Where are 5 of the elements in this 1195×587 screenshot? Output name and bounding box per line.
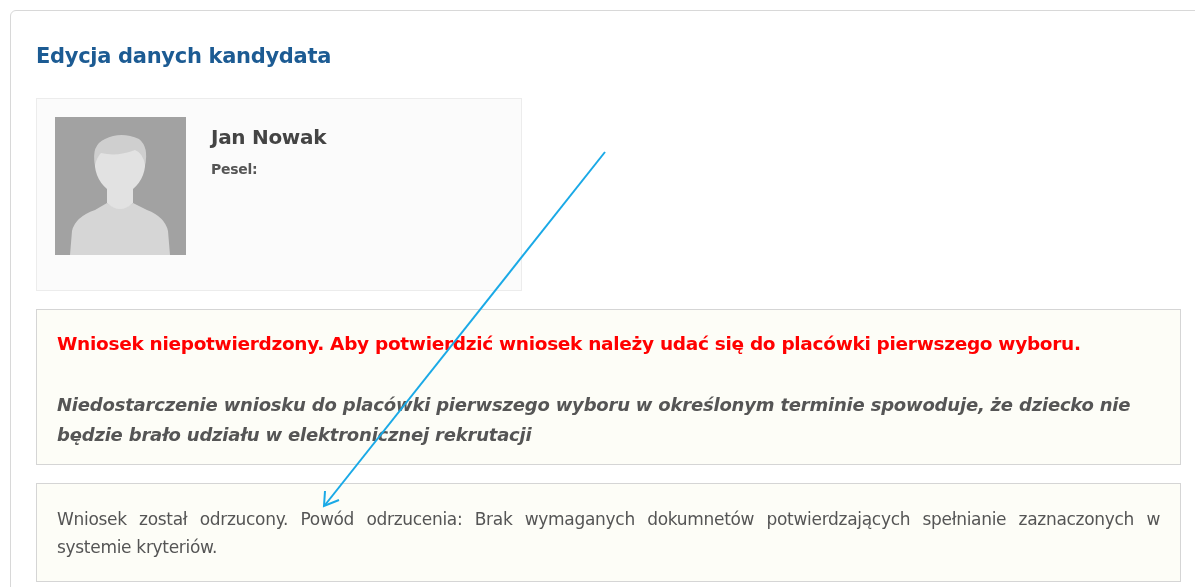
panel-title: Edycja danych kandydata <box>36 43 332 70</box>
pesel-label: Pesel: <box>211 160 258 179</box>
candidate-name: Jan Nowak <box>211 124 327 151</box>
avatar-placeholder-icon <box>55 117 186 255</box>
rejection-text: Wniosek został odrzucony. Powód odrzucenia: Brak wymaganych dokumnetów potwierdzających spełnianie zaznaczonych w systemie kryteriów. <box>57 508 1160 559</box>
